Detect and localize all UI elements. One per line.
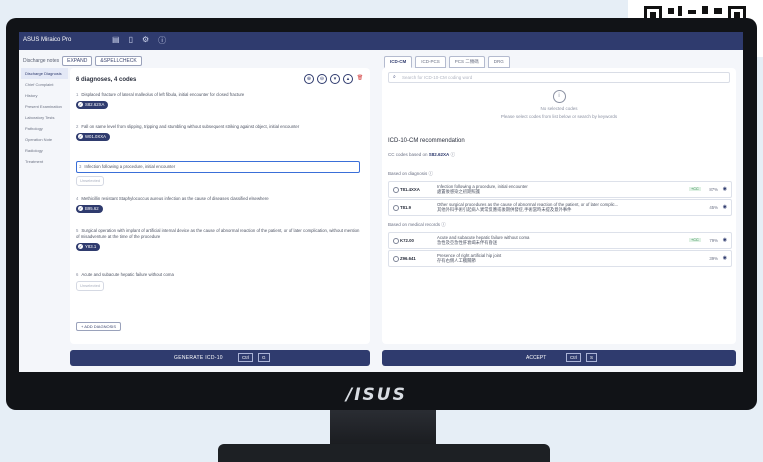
app-title: ASUS Miraico Pro — [23, 37, 72, 43]
diagnosis-text: Methicillin resistant Staphylococcus aur… — [81, 196, 269, 201]
radio-button[interactable] — [393, 187, 399, 193]
title-bar: ASUS Miraico Pro ▤ ▯ ⚙ ⓘ — [19, 32, 743, 50]
nav-chief-complaint[interactable]: Chief Complaint — [21, 79, 68, 90]
eye-icon[interactable]: ◉ — [723, 204, 727, 210]
help-icon[interactable]: ⓘ — [158, 35, 166, 46]
clipboard-icon[interactable]: ▤ — [112, 35, 120, 46]
search-icon: ⌕ — [393, 74, 396, 80]
unselected-chip[interactable]: Unselected — [76, 176, 105, 186]
code-chip[interactable]: ✓ S82.62XA — [76, 101, 109, 109]
confidence: 87% — [709, 187, 718, 192]
shortcut-key: Ctrl — [566, 353, 581, 362]
notes-panel: Discharge notes EXPAND &SPELLCHECK Disch… — [19, 52, 376, 372]
unselected-chip[interactable]: Unselected — [76, 281, 105, 291]
mode-label: Discharge notes — [23, 58, 60, 64]
code-chip[interactable]: ✓ B95.62 — [76, 205, 103, 213]
tab-drg[interactable]: DRG — [487, 56, 510, 68]
eye-icon[interactable]: ◉ — [723, 186, 727, 192]
recommendation-row[interactable]: Z96.641 Presence of right artificial hip… — [388, 250, 732, 267]
diagnosis-text: Displaced fracture of lateral malleolus … — [81, 92, 245, 97]
delete-icon[interactable]: 🗑 — [356, 74, 364, 82]
recommendation-row[interactable]: T81.4XXA Infection following a procedure… — [388, 181, 732, 198]
code-chip[interactable]: ✓ Y83.1 — [76, 243, 101, 251]
code-chip[interactable]: ✓ W01.0XXA — [76, 133, 111, 141]
diagnosis-item[interactable]: 1 Displaced fracture of lateral malleolus… — [76, 92, 360, 109]
accept-button[interactable]: ACCEPT Ctrl S — [382, 350, 736, 366]
confidence: 79% — [709, 238, 718, 243]
monitor-neck — [330, 410, 436, 444]
cc-badge: +CC — [689, 187, 701, 191]
group-records: Based on medical records ⓘ — [388, 222, 446, 227]
cc-basis: CC codes based on S82.62XA ⓘ — [388, 152, 456, 157]
eye-icon[interactable]: ◉ — [723, 237, 727, 243]
document-icon[interactable]: ▯ — [129, 35, 133, 46]
diagnosis-text: Fall on same level from slipping, trippi… — [81, 124, 300, 129]
coding-card: ⌕ Search for ICD-10-CM coding word i No … — [382, 68, 736, 344]
check-icon: ✓ — [78, 102, 83, 107]
brand-logo: /ISUS — [346, 385, 407, 405]
eye-icon[interactable]: ◉ — [723, 255, 727, 261]
info-icon: i — [552, 90, 566, 103]
confidence: 39% — [709, 256, 718, 261]
check-icon: ✓ — [78, 244, 83, 249]
nav-history[interactable]: History — [21, 90, 68, 101]
radio-button[interactable] — [393, 256, 399, 262]
collapse-icon[interactable]: ⊖ — [317, 74, 327, 84]
diagnosis-text: Acute and subacute hepatic failure witho… — [81, 272, 174, 277]
add-diagnosis-button[interactable]: + ADD DIAGNOSIS — [76, 322, 122, 331]
diagnosis-item[interactable]: 2 Fall on same level from slipping, tripp… — [76, 124, 360, 141]
tab-pcs-class2[interactable]: PCS 二類碼 — [448, 56, 485, 68]
check-icon: ✓ — [78, 206, 83, 211]
empty-title: No selected codes — [540, 106, 578, 111]
nav-treatment[interactable]: Treatment — [21, 156, 68, 167]
monitor-stand — [218, 444, 550, 462]
shortcut-key: S — [586, 353, 598, 362]
diagnosis-item[interactable]: 4 Methicillin resistant Staphylococcus au… — [76, 196, 360, 213]
move-down-icon[interactable]: ▾ — [330, 74, 340, 84]
recommendation-row[interactable]: T81.9 Other surgical procedures as the c… — [388, 199, 732, 216]
nav-pathology[interactable]: Pathology — [21, 123, 68, 134]
spellcheck-button[interactable]: &SPELLCHECK — [95, 56, 142, 66]
radio-button[interactable] — [393, 205, 399, 211]
app-screen: ASUS Miraico Pro ▤ ▯ ⚙ ⓘ Discharge notes… — [19, 32, 743, 372]
cc-badge: +CC — [689, 238, 701, 242]
tab-icd-pcs[interactable]: ICD-PCS — [415, 56, 446, 68]
diagnosis-item[interactable]: 6 Acute and subacute hepatic failure with… — [76, 272, 360, 291]
diagnosis-item[interactable]: 5 Surgical operation with implant of arti… — [76, 228, 360, 251]
recommendation-title: ICD-10-CM recommendation — [388, 138, 465, 144]
nav-present-examination[interactable]: Present Examination — [21, 101, 68, 112]
diagnosis-input[interactable]: 3 Infection following a procedure, initia… — [76, 161, 360, 173]
tab-icd-cm[interactable]: ICD-CM — [384, 56, 413, 68]
diagnosis-card: 6 diagnoses, 4 codes ⊕ ⊖ ▾ ▴ 🗑 1 Displace… — [70, 68, 370, 344]
generate-button[interactable]: GENERATE ICD-10 Ctrl G — [70, 350, 370, 366]
move-up-icon[interactable]: ▴ — [343, 74, 353, 84]
expand-icon[interactable]: ⊕ — [304, 74, 314, 84]
shortcut-key: G — [258, 353, 270, 362]
diagnosis-text: Surgical operation with implant of artif… — [76, 228, 360, 239]
expand-button[interactable]: EXPAND — [62, 56, 93, 66]
section-nav: Discharge Diagnosis Chief Complaint Hist… — [21, 68, 68, 344]
diagnosis-item-active[interactable]: 3 Infection following a procedure, initia… — [76, 161, 360, 186]
group-diagnosis: Based on diagnosis ⓘ — [388, 171, 434, 176]
empty-subtitle: Please select codes from list below or s… — [500, 114, 618, 119]
nav-discharge-diagnosis[interactable]: Discharge Diagnosis — [21, 68, 68, 79]
nav-operation-note[interactable]: Operation Note — [21, 134, 68, 145]
shortcut-key: Ctrl — [238, 353, 253, 362]
settings-icon[interactable]: ⚙ — [142, 35, 149, 46]
radio-button[interactable] — [393, 238, 399, 244]
search-input[interactable]: ⌕ Search for ICD-10-CM coding word — [388, 72, 730, 83]
recommendation-row[interactable]: K72.00 Acute and subacute hepatic failur… — [388, 232, 732, 249]
check-icon: ✓ — [78, 134, 83, 139]
diagnosis-count: 6 diagnoses, 4 codes — [76, 77, 137, 83]
nav-radiology[interactable]: Radiology — [21, 145, 68, 156]
coding-panel: ICD-CM ICD-PCS PCS 二類碼 DRG ⌕ Search for … — [380, 52, 743, 372]
confidence: 45% — [709, 205, 718, 210]
empty-state: i No selected codes Please select codes … — [382, 90, 736, 119]
nav-laboratory-tests[interactable]: Laboratory Tests — [21, 112, 68, 123]
